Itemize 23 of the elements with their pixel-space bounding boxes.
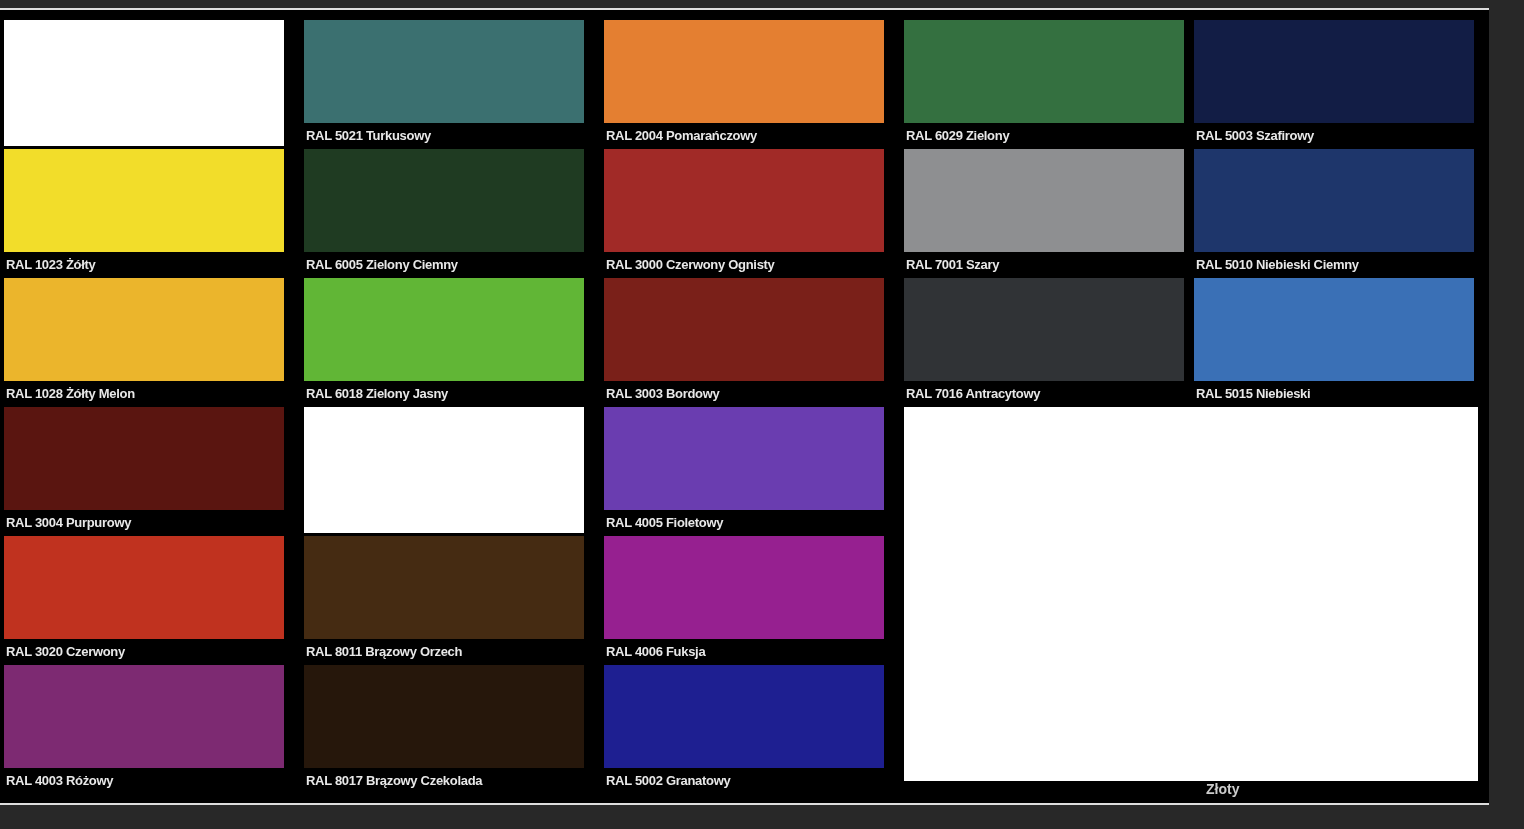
color-label: RAL 3004 Purpurowy [5, 514, 133, 530]
color-label: RAL 2004 Pomarańczowy [605, 127, 758, 143]
color-label: RAL 1028 Żółty Melon [5, 385, 136, 401]
color-label: RAL 4006 Fuksja [605, 643, 707, 659]
color-label: RAL 5003 Szafirowy [1195, 127, 1315, 143]
color-label: RAL 5002 Granatowy [605, 772, 732, 788]
color-label: RAL 5021 Turkusowy [305, 127, 432, 143]
color-label: RAL 3003 Bordowy [605, 385, 721, 401]
color-label: RAL 3000 Czerwony Ognisty [605, 256, 776, 272]
color-label: Złoty [1206, 781, 1240, 797]
color-label: RAL 6018 Zielony Jasny [305, 385, 449, 401]
color-label: RAL 8011 Brązowy Orzech [305, 643, 464, 659]
color-label: RAL 8017 Brązowy Czekolada [305, 772, 484, 788]
color-label: RAL 4003 Różowy [5, 772, 115, 788]
color-label: RAL 3020 Czerwony [5, 643, 126, 659]
color-label: RAL 7016 Antracytowy [905, 385, 1042, 401]
color-label: RAL 5015 Niebieski [1195, 385, 1312, 401]
color-label: RAL 5010 Niebieski Ciemny [1195, 256, 1360, 272]
color-label: RAL 6029 Zielony [905, 127, 1011, 143]
color-label: RAL 7001 Szary [905, 256, 1001, 272]
color-label: RAL 6005 Zielony Ciemny [305, 256, 459, 272]
color-label: RAL 4005 Fioletowy [605, 514, 725, 530]
color-label: RAL 1023 Żółty [5, 256, 97, 272]
